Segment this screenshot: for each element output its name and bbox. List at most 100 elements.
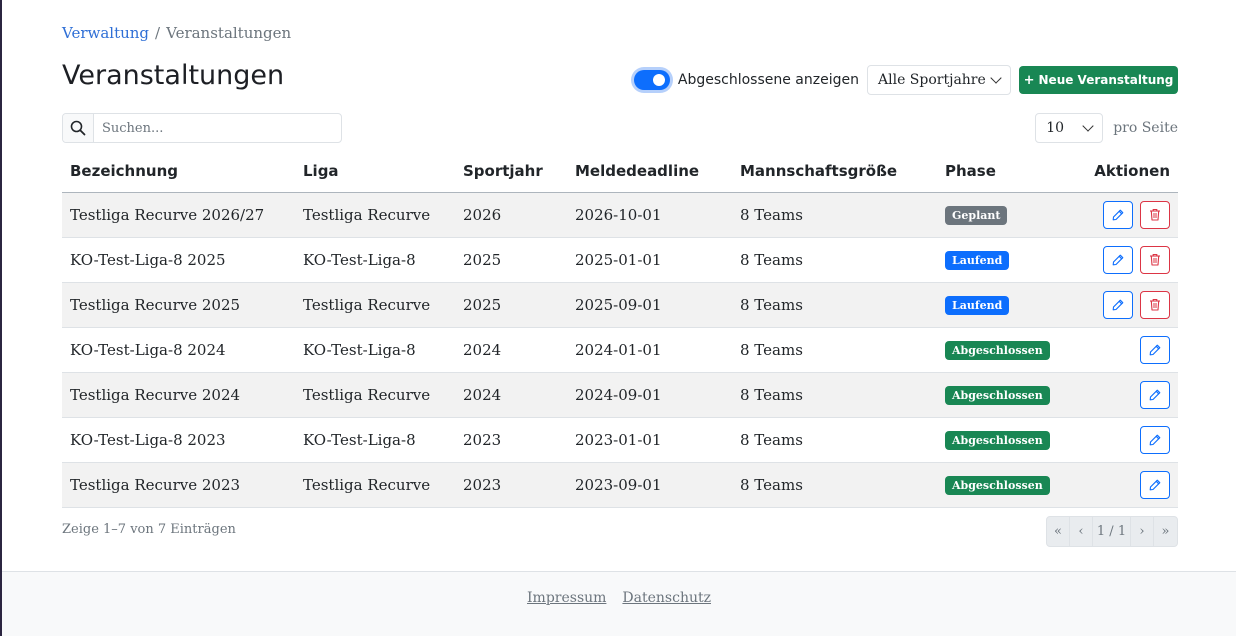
footer: Impressum Datenschutz — [2, 571, 1236, 636]
entries-info: Zeige 1–7 von 7 Einträgen — [62, 522, 236, 537]
cell-team-size: 8 Teams — [732, 282, 937, 328]
cell-actions — [1067, 462, 1178, 508]
cell-year: 2026 — [455, 192, 567, 238]
cell-name: Testliga Recurve 2023 — [62, 462, 295, 508]
column-header-year[interactable]: Sportjahr — [455, 151, 567, 193]
column-header-team-size[interactable]: Mannschaftsgröße — [732, 151, 937, 193]
edit-button[interactable] — [1103, 245, 1133, 274]
table-row: Testliga Recurve 2024 Testliga Recurve 202… — [62, 372, 1178, 418]
pencil-icon — [1149, 479, 1161, 491]
table-header-row: Bezeichnung Liga Sportjahr Meldedeadline… — [62, 151, 1178, 193]
cell-actions — [1067, 192, 1178, 238]
edit-button[interactable] — [1140, 380, 1170, 409]
table-row: Testliga Recurve 2026/27 Testliga Recurve… — [62, 192, 1178, 238]
cell-name: KO-Test-Liga-8 2023 — [62, 417, 295, 463]
table-row: Testliga Recurve 2023 Testliga Recurve 202… — [62, 462, 1178, 508]
cell-deadline: 2025-09-01 — [567, 282, 732, 328]
cell-name: KO-Test-Liga-8 2025 — [62, 237, 295, 283]
cell-actions — [1067, 372, 1178, 418]
cell-league: Testliga Recurve — [295, 282, 455, 328]
cell-deadline: 2023-09-01 — [567, 462, 732, 508]
last-page-button[interactable]: » — [1154, 517, 1177, 546]
cell-name: Testliga Recurve 2025 — [62, 282, 295, 328]
phase-badge: Abgeschlossen — [945, 475, 1050, 495]
table-row: KO-Test-Liga-8 2025 KO-Test-Liga-8 2025 202… — [62, 237, 1178, 283]
show-completed-label[interactable]: Abgeschlossene anzeigen — [678, 72, 859, 88]
cell-year: 2023 — [455, 417, 567, 463]
table-row: KO-Test-Liga-8 2023 KO-Test-Liga-8 2023 202… — [62, 417, 1178, 463]
delete-button[interactable] — [1140, 290, 1170, 319]
pagination: « ‹ 1 / 1 › » — [1046, 516, 1178, 547]
column-header-actions: Aktionen — [1067, 151, 1178, 193]
page-title: Veranstaltungen — [62, 60, 285, 91]
cell-year: 2025 — [455, 282, 567, 328]
cell-actions — [1067, 282, 1178, 328]
breadcrumb-separator: / — [155, 24, 161, 42]
search-icon — [63, 114, 94, 142]
edit-button[interactable] — [1140, 470, 1170, 499]
column-header-phase[interactable]: Phase — [937, 151, 1067, 193]
sport-year-select[interactable]: Alle Sportjahre — [867, 65, 1011, 95]
cell-phase: Abgeschlossen — [937, 462, 1067, 508]
search-group — [62, 113, 342, 143]
events-table: Bezeichnung Liga Sportjahr Meldedeadline… — [62, 151, 1178, 508]
cell-team-size: 8 Teams — [732, 237, 937, 283]
delete-button[interactable] — [1140, 245, 1170, 274]
cell-deadline: 2025-01-01 — [567, 237, 732, 283]
phase-badge: Abgeschlossen — [945, 430, 1050, 450]
search-input[interactable] — [94, 114, 341, 142]
cell-year: 2023 — [455, 462, 567, 508]
chevron-down-icon — [990, 72, 1002, 84]
per-page-group: 10 pro Seite — [1035, 113, 1178, 143]
delete-button[interactable] — [1140, 200, 1170, 229]
phase-badge: Geplant — [945, 205, 1008, 225]
cell-league: Testliga Recurve — [295, 372, 455, 418]
trash-icon — [1149, 253, 1161, 266]
cell-deadline: 2023-01-01 — [567, 417, 732, 463]
edit-button[interactable] — [1103, 290, 1133, 319]
edit-button[interactable] — [1140, 425, 1170, 454]
cell-name: Testliga Recurve 2024 — [62, 372, 295, 418]
pencil-icon — [1112, 209, 1124, 221]
first-page-button[interactable]: « — [1047, 517, 1070, 546]
breadcrumb: Verwaltung / Veranstaltungen — [62, 24, 291, 42]
phase-badge: Abgeschlossen — [945, 385, 1050, 405]
cell-name: Testliga Recurve 2026/27 — [62, 192, 295, 238]
edit-button[interactable] — [1103, 200, 1133, 229]
phase-badge: Laufend — [945, 295, 1010, 315]
cell-name: KO-Test-Liga-8 2024 — [62, 327, 295, 373]
edit-button[interactable] — [1140, 335, 1170, 364]
cell-league: KO-Test-Liga-8 — [295, 417, 455, 463]
sport-year-select-value: Alle Sportjahre — [878, 72, 986, 88]
show-completed-toggle[interactable] — [633, 70, 670, 90]
table-body: Testliga Recurve 2026/27 Testliga Recurve… — [62, 192, 1178, 508]
per-page-label: pro Seite — [1113, 120, 1178, 136]
cell-phase: Abgeschlossen — [937, 327, 1067, 373]
cell-actions — [1067, 237, 1178, 283]
cell-year: 2024 — [455, 327, 567, 373]
cell-phase: Abgeschlossen — [937, 372, 1067, 418]
column-header-name[interactable]: Bezeichnung — [62, 151, 295, 193]
cell-team-size: 8 Teams — [732, 417, 937, 463]
cell-actions — [1067, 327, 1178, 373]
datenschutz-link[interactable]: Datenschutz — [622, 590, 711, 636]
cell-phase: Laufend — [937, 237, 1067, 283]
cell-deadline: 2024-09-01 — [567, 372, 732, 418]
cell-year: 2024 — [455, 372, 567, 418]
prev-page-button[interactable]: ‹ — [1070, 517, 1093, 546]
trash-icon — [1149, 298, 1161, 311]
cell-deadline: 2026-10-01 — [567, 192, 732, 238]
impressum-link[interactable]: Impressum — [527, 590, 606, 636]
breadcrumb-current: Veranstaltungen — [166, 24, 292, 42]
column-header-deadline[interactable]: Meldedeadline — [567, 151, 732, 193]
chevron-down-icon — [1082, 120, 1094, 132]
new-event-button-label: Neue Veranstaltung — [1038, 73, 1174, 87]
breadcrumb-link-verwaltung[interactable]: Verwaltung — [62, 24, 149, 42]
page-indicator: 1 / 1 — [1093, 517, 1131, 546]
column-header-league[interactable]: Liga — [295, 151, 455, 193]
cell-team-size: 8 Teams — [732, 192, 937, 238]
new-event-button[interactable]: + Neue Veranstaltung — [1019, 66, 1178, 94]
per-page-select[interactable]: 10 — [1035, 113, 1104, 143]
next-page-button[interactable]: › — [1131, 517, 1154, 546]
trash-icon — [1149, 208, 1161, 221]
